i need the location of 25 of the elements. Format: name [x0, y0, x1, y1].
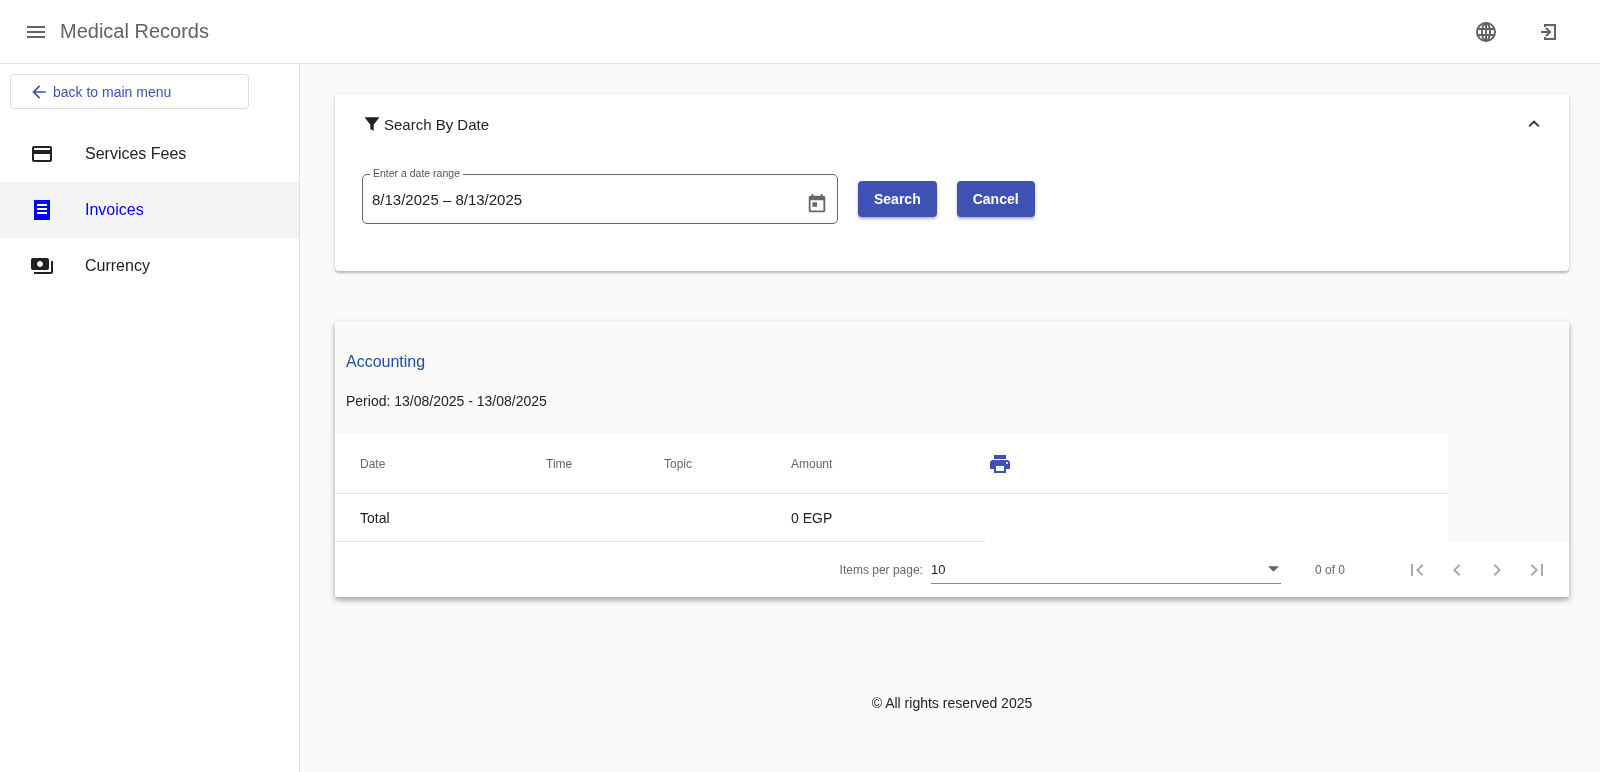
sidebar-item[interactable]: Currency	[0, 238, 299, 294]
column-header: Time	[545, 456, 574, 471]
report-title: Accounting	[345, 352, 427, 371]
table-cell-text: Total	[359, 509, 391, 526]
field-label: Enter a date range	[370, 166, 463, 180]
back-link[interactable]: back to main menu	[10, 74, 249, 109]
action-button[interactable]: Search	[858, 181, 937, 217]
app-title: Medical Records	[60, 20, 209, 43]
table-cell-text: 0 EGP	[790, 509, 833, 526]
globe-icon[interactable]	[1474, 19, 1498, 44]
footer-text: © All rights reserved 2025	[871, 695, 1033, 711]
panel-title: Search By Date	[384, 115, 490, 133]
sidebar-item[interactable]: Services Fees	[0, 126, 299, 182]
column-header: Amount	[790, 456, 834, 471]
calendar-icon	[806, 192, 828, 215]
column-header: Date	[359, 456, 387, 471]
report-period: Period: 13/08/2025 - 13/08/2025	[345, 392, 548, 409]
items-per-page-label: Items per page:	[839, 562, 923, 577]
column-header: Topic	[663, 456, 693, 471]
dropdown-caret-icon	[1267, 566, 1279, 572]
page-range: 0 of 0	[1314, 562, 1345, 577]
filter-icon	[362, 114, 382, 134]
page-size-select[interactable]: 10	[930, 555, 1281, 584]
action-button[interactable]: Cancel	[956, 181, 1035, 217]
sidebar-item[interactable]: Invoices	[0, 182, 299, 238]
